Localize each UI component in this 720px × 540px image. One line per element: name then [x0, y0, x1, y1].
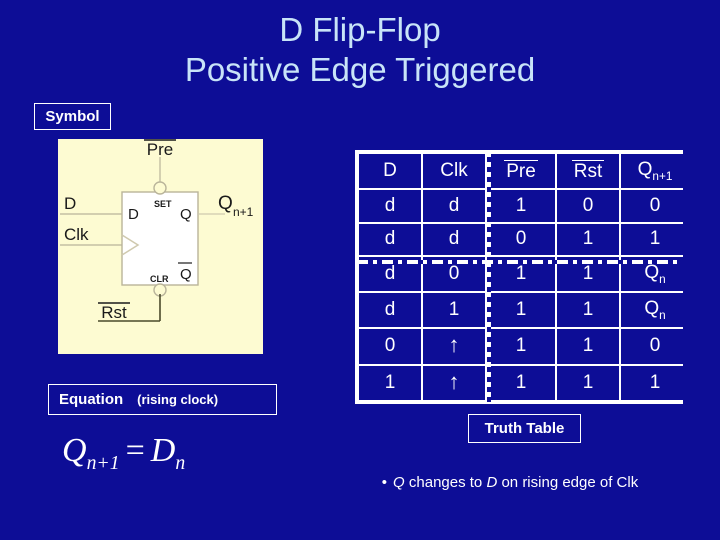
cell-qnext-row4: Qn	[621, 293, 689, 328]
cell-qnext-row3: Qn	[621, 257, 689, 292]
subscript: n	[659, 309, 666, 323]
cell-d-row2: d	[359, 223, 421, 256]
equation-rhs-subscript: n	[175, 451, 186, 474]
body-q-label: Q	[180, 206, 192, 223]
cell-rst-row4: 1	[557, 293, 619, 328]
rising-edge-arrow-icon: ↑	[448, 368, 460, 394]
cell-d-row3: d	[359, 257, 421, 292]
column-header-d: D	[359, 154, 421, 189]
equation-lhs: Q	[62, 432, 87, 469]
subscript: n+1	[652, 169, 673, 183]
equation-caption-label: Equation	[59, 391, 124, 408]
cell-d-row1: d	[359, 190, 421, 222]
equation-operator: =	[125, 432, 145, 469]
truth-table-caption-box: Truth Table	[468, 414, 581, 443]
cell-clk-row2: d	[423, 223, 485, 256]
pre-label-group: Pre	[144, 139, 176, 159]
note-text-2: on rising edge of Clk	[497, 474, 639, 491]
cell-rst-row3: 1	[557, 257, 619, 292]
table-row: 1 ↑ 1 1 1	[359, 365, 689, 400]
pre-inversion-bubble	[153, 181, 167, 195]
equation-caption-note: (rising clock)	[137, 392, 219, 407]
cell-qnext-row6: 1	[621, 365, 689, 400]
truth-table-element: D Clk Pre Rst Qn+1 d d 1 0 0 d d 0 1 1 d 0 1 1 Qn d 1 1 1 Qn 0 ↑ 1 1…	[357, 152, 691, 402]
cell-pre-row1: 1	[487, 190, 555, 222]
equation-formula: Qn+1 = Dn	[62, 432, 185, 475]
cell-pre-row2: 0	[487, 223, 555, 256]
bottom-note: • Q changes to D on rising edge of Clk	[330, 474, 690, 491]
table-row: 0 ↑ 1 1 0	[359, 329, 689, 364]
truth-table-grid: D Clk Pre Rst Qn+1 d d 1 0 0 d d 0 1 1 d 0 1 1 Qn d 1 1 1 Qn 0 ↑ 1 1…	[357, 152, 689, 402]
body-set-label: SET	[154, 199, 172, 209]
table-row: dd100	[359, 190, 689, 222]
column-header-clk: Clk	[423, 154, 485, 189]
cell-clk-row3: 0	[423, 257, 485, 292]
cell-rst-row6: 1	[557, 365, 619, 400]
rst-label: Rst	[101, 303, 127, 322]
body-qbar-label: Q	[180, 266, 192, 283]
page-title: D Flip-Flop Positive Edge Triggered	[184, 11, 536, 88]
table-row: d 0 1 1 Qn	[359, 257, 689, 292]
flip-flop-symbol-diagram: Pre Rst D Clk Q n+1 D SET Q Q CLR	[58, 139, 263, 354]
cell-clk-row1: d	[423, 190, 485, 222]
rst-label-group: Rst	[98, 302, 130, 322]
column-header-pre: Pre	[487, 154, 555, 189]
cell-d-row4: d	[359, 293, 421, 328]
truth-table-body: D Clk Pre Rst Qn+1 d d 1 0 0 d d 0 1 1 d 0 1 1 Qn d 1 1 1 Qn 0 ↑ 1 1…	[359, 154, 689, 400]
cell-pre-row5: 1	[487, 329, 555, 364]
cell-rst-row1: 0	[557, 190, 619, 222]
rising-edge-arrow-icon: ↑	[448, 332, 460, 358]
overbar-text: Rst	[571, 159, 605, 182]
bottom-note-text: Q changes to D on rising edge of Clk	[393, 474, 638, 491]
cell-d-row5: 0	[359, 329, 421, 364]
column-header-qnext: Qn+1	[621, 154, 689, 189]
cell-clk-row5: ↑	[423, 329, 485, 364]
cell-qnext-row5: 0	[621, 329, 689, 364]
cell-pre-row4: 1	[487, 293, 555, 328]
equation-lhs-subscript: n+1	[86, 451, 120, 474]
q-output-label: Q	[218, 193, 233, 214]
note-q-var: Q	[393, 474, 405, 491]
column-header-rst: Rst	[557, 154, 619, 189]
cell-clk-row4: 1	[423, 293, 485, 328]
truth-table: D Clk Pre Rst Qn+1 d d 1 0 0 d d 0 1 1 d 0 1 1 Qn d 1 1 1 Qn 0 ↑ 1 1…	[355, 150, 689, 404]
clk-input-label: Clk	[64, 225, 89, 244]
body-qbar-group: Q	[178, 262, 192, 283]
subscript: n	[659, 273, 666, 287]
d-input-label: D	[64, 194, 76, 213]
equation-rhs: D	[150, 432, 176, 469]
cell-rst-row2: 1	[557, 223, 619, 256]
overbar-text: Pre	[504, 159, 538, 182]
pre-label: Pre	[147, 140, 173, 159]
table-row: dd011	[359, 223, 689, 256]
cell-d-row6: 1	[359, 365, 421, 400]
cell-pre-row3: 1	[487, 257, 555, 292]
equation-caption-box: Equation (rising clock)	[48, 384, 277, 415]
cell-qnext-row1: 0	[621, 190, 689, 222]
cell-pre-row6: 1	[487, 365, 555, 400]
cell-rst-row5: 1	[557, 329, 619, 364]
bullet-icon: •	[381, 474, 388, 491]
symbol-caption-box: Symbol	[34, 103, 111, 130]
flip-flop-schematic-svg: Pre Rst D Clk Q n+1 D SET Q Q CLR	[60, 139, 254, 322]
cell-clk-row6: ↑	[423, 365, 485, 400]
truth-table-caption-label: Truth Table	[484, 420, 565, 437]
body-d-label: D	[128, 206, 139, 223]
q-output-label-group: Q n+1	[218, 193, 254, 219]
body-clr-label: CLR	[150, 274, 169, 284]
note-d-var: D	[486, 474, 498, 491]
q-output-subscript: n+1	[233, 205, 254, 219]
table-row: d 1 1 1 Qn	[359, 293, 689, 328]
symbol-caption-label: Symbol	[45, 108, 100, 125]
note-text-1: changes to	[404, 474, 487, 491]
cell-qnext-row2: 1	[621, 223, 689, 256]
truth-table-header-row: D Clk Pre Rst Qn+1	[359, 154, 689, 189]
